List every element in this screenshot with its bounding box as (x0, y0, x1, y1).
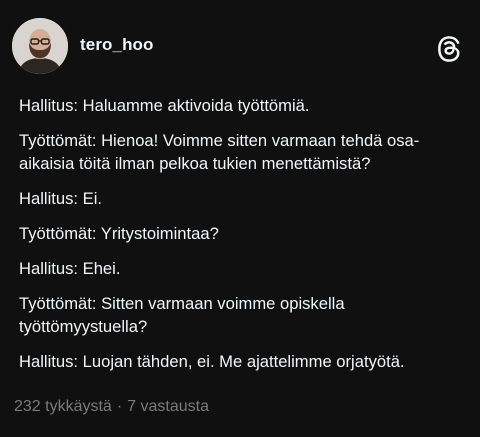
post-line: Hallitus: Haluamme aktivoida työttömiä. (19, 96, 310, 115)
replies-count[interactable]: 7 vastausta (127, 398, 209, 415)
post-line: Työttömät: Yritystoimintaa? (19, 224, 219, 243)
post-line: Hallitus: Ei. (19, 189, 102, 208)
avatar[interactable] (12, 18, 68, 74)
likes-count[interactable]: 232 tykkäystä (14, 398, 112, 415)
post-stats: 232 tykkäystä · 7 vastausta (14, 398, 209, 416)
separator: · (116, 398, 123, 415)
post-header: tero_hoo (12, 18, 468, 78)
post-line: Työttömät: Hienoa! Voimme sitten varmaan… (19, 131, 420, 173)
post-line: Hallitus: Luojan tähden, ei. Me ajatteli… (19, 352, 405, 371)
post-line: Työttömät: Sitten varmaan voimme opiskel… (19, 294, 345, 336)
username[interactable]: tero_hoo (80, 35, 154, 55)
post-text: Hallitus: Haluamme aktivoida työttömiä. … (19, 94, 459, 385)
threads-post-card: tero_hoo Hallitus: Haluamme aktivoida ty… (0, 0, 480, 437)
post-line: Hallitus: Ehei. (19, 259, 121, 278)
threads-logo-icon[interactable] (436, 35, 462, 63)
